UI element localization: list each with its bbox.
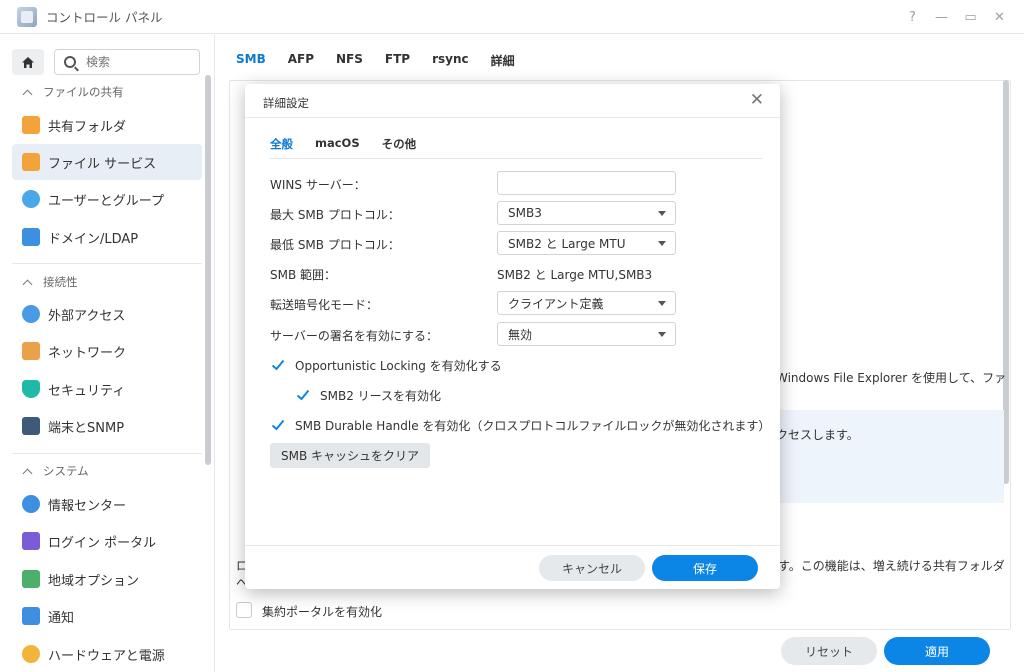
tab-nfs[interactable]: NFS (336, 52, 363, 69)
chevron-up-icon (22, 468, 33, 478)
server-signing-label: サーバーの署名を有効にする： (270, 329, 439, 343)
network-icon (22, 342, 40, 360)
sidebar-item-file-services[interactable]: ファイル サービス (12, 144, 202, 180)
max-smb-label: 最大 SMB プロトコル： (270, 208, 400, 222)
service-tabs: SMB AFP NFS FTP rsync 詳細 (236, 52, 537, 69)
wins-server-input[interactable] (497, 171, 676, 195)
tab-rsync[interactable]: rsync (432, 52, 469, 69)
sidebar-item-external-access[interactable]: 外部アクセス (12, 296, 202, 332)
sidebar-scrollbar[interactable] (205, 75, 211, 465)
section-divider (12, 453, 202, 454)
checkmark-icon (271, 419, 285, 431)
sidebar-item-network[interactable]: ネットワーク (12, 333, 202, 369)
tab-smb[interactable]: SMB (236, 52, 266, 69)
tab-afp[interactable]: AFP (288, 52, 314, 69)
map-icon (22, 570, 40, 588)
tab-ftp[interactable]: FTP (385, 52, 410, 69)
server-signing-select[interactable]: 無効 (497, 322, 676, 346)
sidebar: ファイルの共有 共有フォルダ ファイル サービス ユーザーとグループ ドメイン/… (0, 35, 215, 672)
close-icon[interactable]: ✕ (985, 10, 1014, 25)
smb-range-value: SMB2 と Large MTU,SMB3 (497, 268, 653, 282)
dropdown-caret-icon (658, 301, 666, 306)
background-text: す。この機能は、増え続ける共有フォルダ (778, 559, 1005, 573)
info-icon (22, 495, 40, 513)
sidebar-item-info-center[interactable]: 情報センター (12, 486, 202, 522)
search-icon (64, 56, 76, 68)
clear-smb-cache-button[interactable]: SMB キャッシュをクリア (270, 443, 430, 468)
shield-icon (22, 380, 40, 398)
login-portal-icon (22, 532, 40, 550)
dropdown-caret-icon (658, 332, 666, 337)
section-file-sharing[interactable]: ファイルの共有 (22, 82, 124, 102)
control-panel-icon (17, 6, 37, 27)
sidebar-item-hardware-power[interactable]: ハードウェアと電源 (12, 636, 202, 672)
section-system[interactable]: システム (22, 461, 89, 481)
sidebar-item-security[interactable]: セキュリティ (12, 371, 202, 407)
close-icon[interactable]: ✕ (750, 90, 764, 110)
portal-checkbox-label: 集約ポータルを有効化 (262, 605, 383, 619)
dialog-divider (245, 117, 780, 118)
apply-button[interactable]: 適用 (884, 637, 990, 665)
max-smb-select[interactable]: SMB3 (497, 201, 676, 225)
sidebar-item-terminal-snmp[interactable]: 端末とSNMP (12, 408, 202, 444)
min-smb-select[interactable]: SMB2 と Large MTU (497, 231, 676, 255)
sidebar-item-notification[interactable]: 通知 (12, 598, 202, 634)
background-text: クセスします。 (776, 428, 859, 442)
window-title: コントロール パネル (46, 10, 163, 25)
domain-icon (22, 228, 40, 246)
wins-server-label: WINS サーバー： (270, 178, 366, 192)
encryption-mode-select[interactable]: クライアント定義 (497, 291, 676, 315)
checkmark-icon (296, 389, 310, 401)
dialog-title: 詳細設定 (263, 96, 309, 110)
dropdown-caret-icon (658, 211, 666, 216)
section-connectivity[interactable]: 接続性 (22, 272, 78, 292)
file-services-icon (22, 153, 40, 171)
smb2-lease-checkbox[interactable] (295, 387, 311, 403)
checkmark-icon (271, 359, 285, 371)
encryption-mode-label: 転送暗号化モード： (270, 298, 379, 312)
folder-icon (22, 116, 40, 134)
advanced-settings-dialog: 詳細設定 ✕ 全般 macOS その他 WINS サーバー： 最大 SMB プロ… (245, 84, 780, 589)
window-controls: ? — ▭ ✕ (898, 0, 1014, 34)
sidebar-item-login-portal[interactable]: ログイン ポータル (12, 523, 202, 559)
info-band (770, 410, 1004, 503)
reset-button[interactable]: リセット (781, 637, 877, 665)
cancel-button[interactable]: キャンセル (539, 555, 645, 581)
durable-handle-label: SMB Durable Handle を有効化（クロスプロトコルファイルロックが… (295, 419, 771, 433)
search-box[interactable] (54, 49, 200, 75)
sidebar-item-shared-folder[interactable]: 共有フォルダ (12, 107, 202, 143)
chevron-up-icon (22, 89, 33, 99)
sidebar-item-users-groups[interactable]: ユーザーとグループ (12, 181, 202, 217)
notification-icon (22, 607, 40, 625)
home-button[interactable] (12, 49, 44, 75)
dialog-footer-divider (245, 545, 780, 546)
smb2-lease-label: SMB2 リースを有効化 (320, 389, 442, 403)
portal-checkbox[interactable] (236, 602, 252, 618)
tab-advanced[interactable]: 詳細 (491, 52, 515, 69)
search-input[interactable] (86, 55, 186, 69)
terminal-icon (22, 417, 40, 435)
smb-range-label: SMB 範囲： (270, 268, 337, 282)
maximize-icon[interactable]: ▭ (956, 10, 985, 25)
title-bar: コントロール パネル ? — ▭ ✕ (0, 0, 1024, 34)
background-text: Windows File Explorer を使用して、ファ (776, 371, 1007, 385)
chevron-up-icon (22, 279, 33, 289)
save-button[interactable]: 保存 (652, 555, 758, 581)
home-icon (22, 56, 34, 68)
oplock-checkbox[interactable] (270, 357, 286, 373)
min-smb-label: 最低 SMB プロトコル： (270, 238, 400, 252)
lightbulb-icon (22, 645, 40, 663)
users-icon (22, 190, 40, 208)
durable-handle-checkbox[interactable] (270, 417, 286, 433)
sidebar-item-regional-options[interactable]: 地域オプション (12, 561, 202, 597)
tab-divider (270, 158, 762, 159)
oplock-label: Opportunistic Locking を有効化する (295, 359, 502, 373)
section-divider (12, 263, 202, 264)
help-icon[interactable]: ? (898, 10, 927, 25)
external-access-icon (22, 305, 40, 323)
minimize-icon[interactable]: — (927, 10, 956, 25)
sidebar-item-domain-ldap[interactable]: ドメイン/LDAP (12, 219, 202, 255)
dropdown-caret-icon (658, 241, 666, 246)
